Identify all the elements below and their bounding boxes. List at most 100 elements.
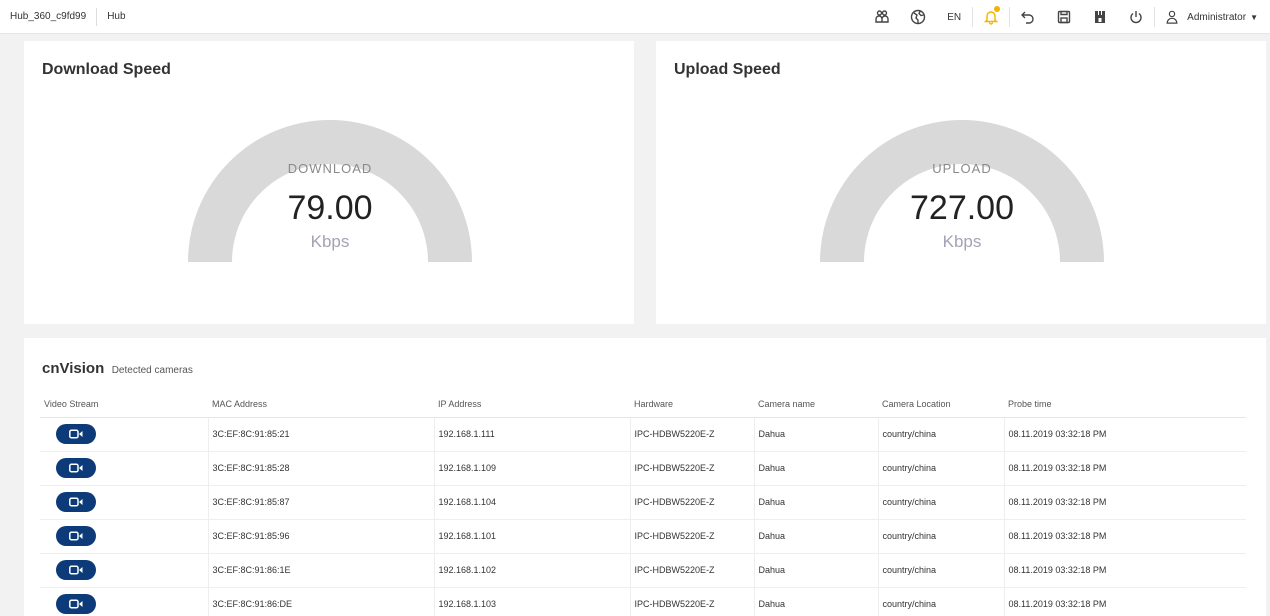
download-value: 79.00 [287,189,373,227]
hardware-cell: IPC-HDBW5220E-Z [630,553,755,588]
ip-address-cell: 192.168.1.102 [434,553,631,588]
user-menu[interactable]: Administrator ▼ [1155,0,1270,34]
undo-icon[interactable] [1010,0,1046,34]
probe-time-cell: 08.11.2019 03:32:18 PM [1004,451,1246,486]
video-stream-button[interactable] [56,594,96,614]
ip-address-cell: 192.168.1.111 [434,417,631,452]
download-speed-card: Download Speed DOWNLOAD 79.00 Kbps [24,41,634,324]
upload-speed-title: Upload Speed [674,61,781,78]
video-stream-button[interactable] [56,560,96,580]
cnvision-title: cnVision [42,360,105,377]
table-header-row: Video Stream MAC Address IP Address Hard… [40,391,1246,418]
camera-location-cell: country/china [878,417,1005,452]
language-selector[interactable]: EN [936,0,972,34]
video-stream-cell [40,417,209,452]
video-camera-icon [69,497,83,507]
probe-time-cell: 08.11.2019 03:32:18 PM [1004,519,1246,554]
download-unit: Kbps [310,232,350,251]
upload-unit: Kbps [942,232,982,251]
notifications-button[interactable] [973,0,1009,34]
upload-speed-card: Upload Speed UPLOAD 727.00 Kbps [656,41,1266,324]
mac-address-cell: 3C:EF:8C:91:85:87 [208,485,435,520]
camera-location-cell: country/china [878,485,1005,520]
toolbar: EN Administrator ▼ [864,0,1270,34]
video-camera-icon [69,565,83,575]
column-header[interactable]: Hardware [630,391,754,418]
cameras-table: Video Stream MAC Address IP Address Hard… [40,391,1246,616]
video-camera-icon [69,463,83,473]
camera-name-cell: Dahua [754,485,879,520]
probe-time-cell: 08.11.2019 03:32:18 PM [1004,417,1246,452]
mac-address-cell: 3C:EF:8C:91:85:21 [208,417,435,452]
probe-time-cell: 08.11.2019 03:32:18 PM [1004,553,1246,588]
video-camera-icon [69,531,83,541]
users-icon[interactable] [864,0,900,34]
camera-location-cell: country/china [878,553,1005,588]
column-header[interactable]: Camera name [754,391,878,418]
video-stream-button[interactable] [56,526,96,546]
table-row: 3C:EF:8C:91:86:1E 192.168.1.102 IPC-HDBW52… [40,553,1246,588]
ip-address-cell: 192.168.1.109 [434,451,631,486]
globe-icon[interactable] [900,0,936,34]
user-icon [1166,10,1178,24]
video-stream-button[interactable] [56,492,96,512]
camera-name-cell: Dahua [754,451,879,486]
download-label: DOWNLOAD [287,161,373,176]
upload-value: 727.00 [910,189,1014,227]
mac-address-cell: 3C:EF:8C:91:86:1E [208,553,435,588]
video-camera-icon [69,599,83,609]
cnvision-header: cnVision Detected cameras [42,360,193,378]
camera-name-cell: Dahua [754,417,879,452]
ip-address-cell: 192.168.1.103 [434,587,631,616]
camera-name-cell: Dahua [754,553,879,588]
table-row: 3C:EF:8C:91:85:28 192.168.1.109 IPC-HDBW52… [40,451,1246,486]
video-camera-icon [69,429,83,439]
probe-time-cell: 08.11.2019 03:32:18 PM [1004,485,1246,520]
save-icon[interactable] [1046,0,1082,34]
cnvision-card: cnVision Detected cameras Video Stream M… [24,338,1266,616]
video-stream-button[interactable] [56,424,96,444]
camera-name-cell: Dahua [754,519,879,554]
column-header[interactable]: Video Stream [40,391,208,418]
camera-location-cell: country/china [878,587,1005,616]
ip-address-cell: 192.168.1.104 [434,485,631,520]
cnvision-subtitle: Detected cameras [111,365,193,376]
plug-icon[interactable] [1082,0,1118,34]
breadcrumb-section[interactable]: Hub [97,8,135,26]
column-header[interactable]: Probe time [1004,391,1246,418]
table-row: 3C:EF:8C:91:85:21 192.168.1.111 IPC-HDBW52… [40,417,1246,452]
upload-gauge: UPLOAD 727.00 Kbps [820,94,1104,264]
video-stream-button[interactable] [56,458,96,478]
mac-address-cell: 3C:EF:8C:91:86:DE [208,587,435,616]
probe-time-cell: 08.11.2019 03:32:18 PM [1004,587,1246,616]
video-stream-cell [40,519,209,554]
hardware-cell: IPC-HDBW5220E-Z [630,485,755,520]
ip-address-cell: 192.168.1.101 [434,519,631,554]
camera-location-cell: country/china [878,519,1005,554]
caret-down-icon: ▼ [1250,12,1258,22]
download-gauge: DOWNLOAD 79.00 Kbps [188,94,472,264]
column-header[interactable]: Camera Location [878,391,1004,418]
video-stream-cell [40,485,209,520]
table-row: 3C:EF:8C:91:85:87 192.168.1.104 IPC-HDBW52… [40,485,1246,520]
table-row: 3C:EF:8C:91:86:DE 192.168.1.103 IPC-HDBW52… [40,587,1246,616]
camera-name-cell: Dahua [754,587,879,616]
video-stream-cell [40,587,209,616]
hardware-cell: IPC-HDBW5220E-Z [630,451,755,486]
table-row: 3C:EF:8C:91:85:96 192.168.1.101 IPC-HDBW52… [40,519,1246,554]
hardware-cell: IPC-HDBW5220E-Z [630,587,755,616]
user-name: Administrator [1187,11,1247,23]
notification-badge [994,6,1001,12]
mac-address-cell: 3C:EF:8C:91:85:28 [208,451,435,486]
video-stream-cell [40,451,209,486]
top-bar: Hub_360_c9fd99 Hub EN Administrator ▼ [0,0,1270,34]
language-label: EN [947,11,962,23]
column-header[interactable]: MAC Address [208,391,434,418]
hardware-cell: IPC-HDBW5220E-Z [630,417,755,452]
camera-location-cell: country/china [878,451,1005,486]
video-stream-cell [40,553,209,588]
power-icon[interactable] [1118,0,1154,34]
breadcrumb-hub-id[interactable]: Hub_360_c9fd99 [0,7,98,26]
download-speed-title: Download Speed [42,61,171,78]
column-header[interactable]: IP Address [434,391,630,418]
